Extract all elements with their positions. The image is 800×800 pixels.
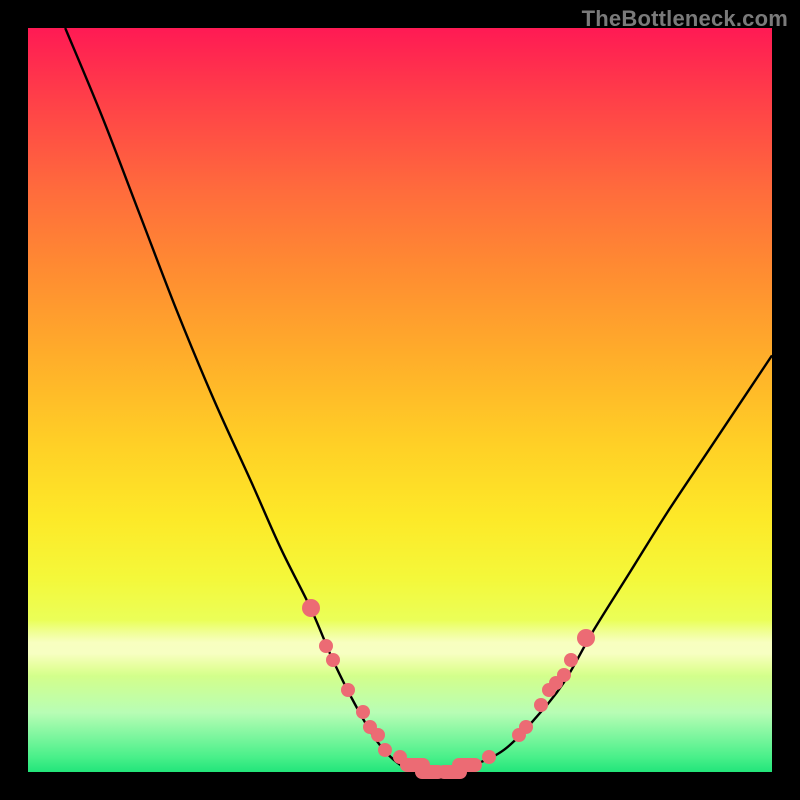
chart-frame: TheBottleneck.com — [0, 0, 800, 800]
points-layer — [28, 28, 772, 772]
data-point — [452, 758, 482, 772]
data-point — [371, 728, 385, 742]
data-point — [378, 743, 392, 757]
data-point — [319, 639, 333, 653]
data-point — [393, 750, 407, 764]
data-point — [564, 653, 578, 667]
data-point — [356, 705, 370, 719]
data-point — [326, 653, 340, 667]
highlight-band — [28, 620, 772, 676]
watermark-text: TheBottleneck.com — [582, 6, 788, 32]
data-point — [577, 629, 595, 647]
data-point — [557, 668, 571, 682]
data-point — [549, 676, 563, 690]
data-point — [534, 698, 548, 712]
data-point — [512, 728, 526, 742]
data-point — [437, 765, 467, 779]
data-point — [341, 683, 355, 697]
data-point — [400, 758, 430, 772]
data-point — [482, 750, 496, 764]
data-point — [363, 720, 377, 734]
bottleneck-curve — [65, 28, 772, 772]
plot-area — [28, 28, 772, 772]
data-point — [519, 720, 533, 734]
data-point — [302, 599, 320, 617]
curve-layer — [28, 28, 772, 772]
data-point — [542, 683, 556, 697]
data-point — [415, 765, 445, 779]
